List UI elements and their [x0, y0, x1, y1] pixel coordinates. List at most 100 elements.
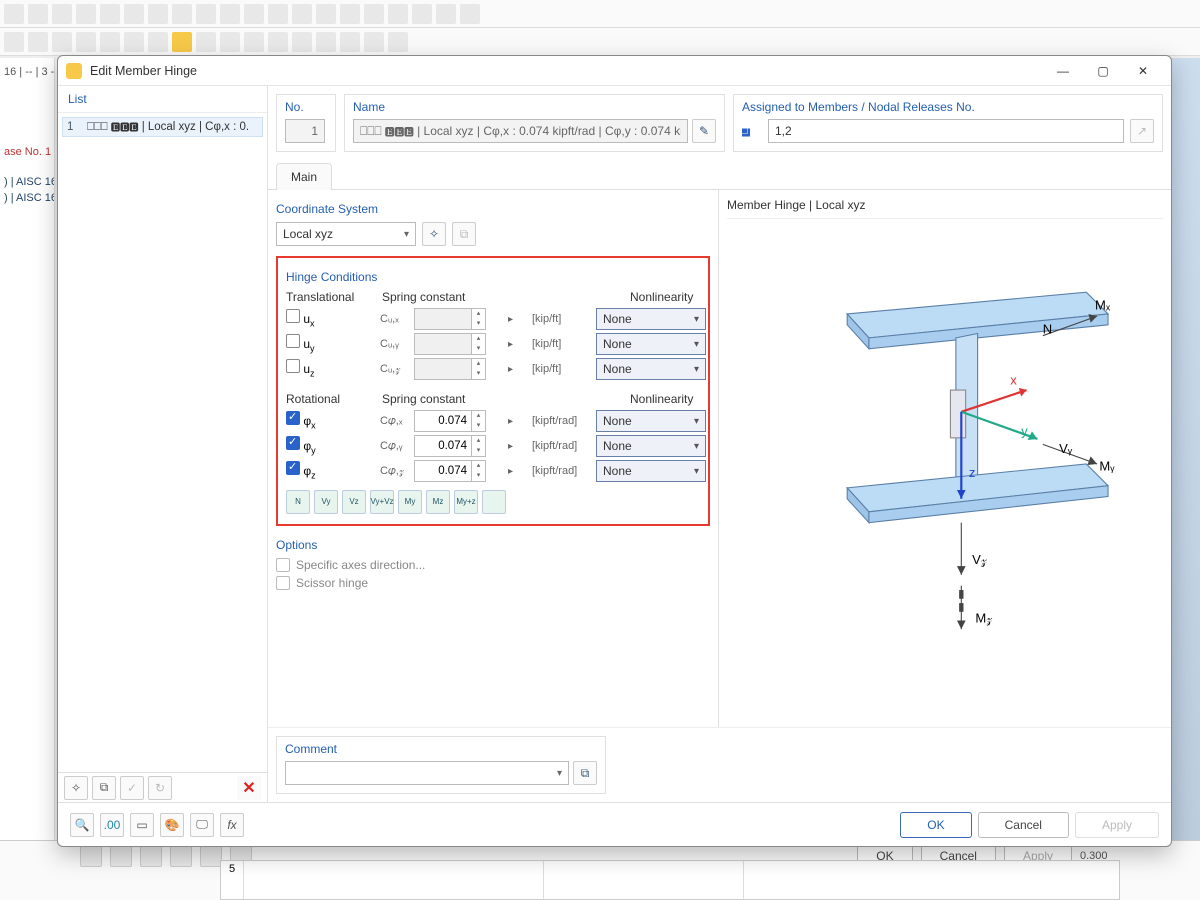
arrow-icon[interactable]: ▸ [508, 466, 528, 477]
nonlinearity-select[interactable]: None [596, 333, 706, 355]
preset-button[interactable]: Vz [342, 490, 366, 514]
arrow-icon[interactable]: ▸ [508, 416, 528, 427]
option-specific-axes[interactable]: Specific axes direction... [276, 558, 710, 572]
spinner-buttons[interactable]: ▴▾ [472, 435, 486, 457]
cond-label[interactable]: φz [286, 461, 376, 480]
assigned-input[interactable] [768, 119, 1124, 143]
maximize-button[interactable]: ▢ [1083, 57, 1123, 85]
hinge-conditions-group: Hinge Conditions Translational Spring co… [276, 256, 710, 526]
cond-label[interactable]: uy [286, 334, 376, 353]
titlebar: Edit Member Hinge — ▢ ✕ [58, 56, 1171, 86]
name-input[interactable] [353, 119, 688, 143]
nonlinearity-select[interactable]: None [596, 460, 706, 482]
app-icon [66, 63, 82, 79]
preview-title: Member Hinge | Local xyz [727, 198, 1163, 219]
dialog-title: Edit Member Hinge [90, 64, 1043, 78]
spinner-buttons[interactable]: ▴▾ [472, 358, 486, 380]
svg-text:y: y [1021, 424, 1028, 439]
cond-label[interactable]: uz [286, 359, 376, 378]
help-button[interactable]: 🔍 [70, 813, 94, 837]
no-input[interactable] [285, 119, 325, 143]
spring-value-input[interactable] [414, 308, 472, 330]
preset-button[interactable]: N [286, 490, 310, 514]
unit-label: [kipft/rad] [532, 440, 592, 452]
tab-main[interactable]: Main [276, 163, 332, 190]
cond-checkbox[interactable] [286, 309, 300, 323]
unit-label: [kip/ft] [532, 363, 592, 375]
spring-value-input[interactable] [414, 460, 472, 482]
preset-button[interactable] [482, 490, 506, 514]
coord-new-button[interactable]: ✧ [422, 222, 446, 246]
svg-text:z: z [969, 465, 976, 480]
arrow-icon[interactable]: ▸ [508, 441, 528, 452]
cond-label[interactable]: φx [286, 411, 376, 430]
spring-value-input[interactable] [414, 358, 472, 380]
spinner-buttons[interactable]: ▴▾ [472, 460, 486, 482]
hinge-cond-label: Hinge Conditions [286, 270, 700, 284]
view-button[interactable]: 🖵 [190, 813, 214, 837]
list-pane: List 1 ⎕⎕⎕ 🅴🅴🅴 | Local xyz | Cφ,x : 0. ✧… [58, 86, 268, 802]
spinner-buttons[interactable]: ▴▾ [472, 333, 486, 355]
member-hinge-diagram: x y z N Mₓ Vᵧ Mᵧ V𝓏 [727, 227, 1163, 727]
arrow-icon[interactable]: ▸ [508, 314, 528, 325]
spinner-buttons[interactable]: ▴▾ [472, 308, 486, 330]
coord-edit-button[interactable]: ⧉ [452, 222, 476, 246]
preset-button[interactable]: Vy [314, 490, 338, 514]
preset-button[interactable]: My+z [454, 490, 478, 514]
cond-label[interactable]: ux [286, 309, 376, 328]
unit-label: [kipft/rad] [532, 415, 592, 427]
comment-select[interactable] [285, 761, 569, 785]
cond-checkbox[interactable] [286, 436, 300, 450]
coord-sys-select[interactable]: Local xyz [276, 222, 416, 246]
name-field: Name ✎ [344, 94, 725, 152]
spring-symbol: C𝜑,ₓ [380, 415, 410, 428]
list-item[interactable]: 1 ⎕⎕⎕ 🅴🅴🅴 | Local xyz | Cφ,x : 0. [62, 117, 263, 137]
minimize-button[interactable]: — [1043, 57, 1083, 85]
preset-button[interactable]: My [398, 490, 422, 514]
cond-checkbox[interactable] [286, 411, 300, 425]
spring-value-input[interactable] [414, 435, 472, 457]
dialog-footer: 🔍 .00 ▭ 🎨 🖵 fx OK Cancel Apply [58, 802, 1171, 846]
pick-members-button[interactable]: ↗ [1130, 119, 1154, 143]
spring-symbol: C𝜑,𝓏 [380, 465, 410, 478]
cancel-button[interactable]: Cancel [978, 812, 1069, 838]
nonlinearity-select[interactable]: None [596, 410, 706, 432]
edit-member-hinge-dialog: Edit Member Hinge — ▢ ✕ List 1 ⎕⎕⎕ 🅴🅴🅴 |… [57, 55, 1172, 847]
arrow-icon[interactable]: ▸ [508, 364, 528, 375]
cond-checkbox[interactable] [286, 461, 300, 475]
spring-value-input[interactable] [414, 333, 472, 355]
display-button[interactable]: ▭ [130, 813, 154, 837]
cond-label[interactable]: φy [286, 436, 376, 455]
spinner-buttons[interactable]: ▴▾ [472, 410, 486, 432]
list-header: List [58, 86, 267, 113]
arrow-icon[interactable]: ▸ [508, 339, 528, 350]
cond-checkbox[interactable] [286, 359, 300, 373]
delete-item-button[interactable]: ✕ [237, 776, 261, 800]
nonlinearity-select[interactable]: None [596, 308, 706, 330]
svg-text:V𝓏: V𝓏 [972, 552, 987, 567]
new-item-button[interactable]: ✧ [64, 776, 88, 800]
option-scissor-hinge[interactable]: Scissor hinge [276, 576, 710, 590]
apply-button[interactable]: Apply [1075, 812, 1159, 838]
bg-right-panel [1170, 58, 1200, 900]
spring-symbol: C𝜑,ᵧ [380, 440, 410, 453]
spring-value-input[interactable] [414, 410, 472, 432]
units-button[interactable]: .00 [100, 813, 124, 837]
preset-button[interactable]: Vy+Vz [370, 490, 394, 514]
svg-text:Mₓ: Mₓ [1095, 298, 1111, 313]
list-toolbar: ✧ ⧉ ✓ ↻ ✕ [58, 772, 267, 802]
fx-button[interactable]: fx [220, 813, 244, 837]
preset-button[interactable]: Mz [426, 490, 450, 514]
cond-checkbox[interactable] [286, 334, 300, 348]
check-button[interactable]: ✓ [120, 776, 144, 800]
comment-more-button[interactable]: ⧉ [573, 761, 597, 785]
colors-button[interactable]: 🎨 [160, 813, 184, 837]
nonlinearity-select[interactable]: None [596, 435, 706, 457]
close-button[interactable]: ✕ [1123, 57, 1163, 85]
nonlinearity-select[interactable]: None [596, 358, 706, 380]
refresh-button[interactable]: ↻ [148, 776, 172, 800]
edit-name-button[interactable]: ✎ [692, 119, 716, 143]
tab-bar: Main [268, 160, 1171, 190]
copy-item-button[interactable]: ⧉ [92, 776, 116, 800]
ok-button[interactable]: OK [900, 812, 971, 838]
